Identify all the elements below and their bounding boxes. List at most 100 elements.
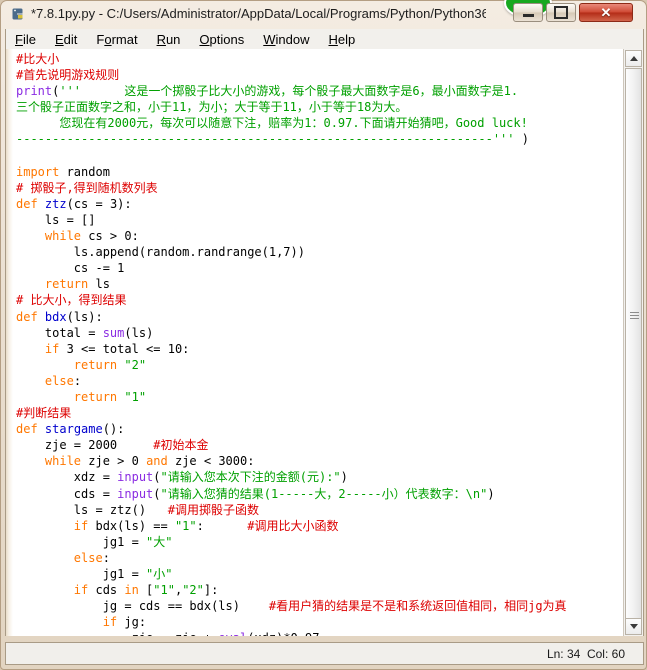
- code-token: ''' 这是一个掷骰子比大小的游戏，每个骰子最大面数字是6，最小面数字是1.: [59, 84, 519, 99]
- code-token: ztz: [44, 196, 67, 211]
- code-line: return "2": [16, 357, 622, 373]
- code-line: #首先说明游戏规则: [16, 67, 622, 83]
- code-token: (ls):: [66, 309, 103, 324]
- menu-help-accel: H: [328, 31, 338, 47]
- code-token: "请输入您本次下注的金额(元):": [160, 470, 341, 485]
- window-title: *7.8.1py.py - C:/Users/Administrator/App…: [31, 6, 486, 21]
- code-line: print(''' 这是一个掷骰子比大小的游戏，每个骰子最大面数字是6，最小面数…: [16, 83, 622, 99]
- code-token: bdx: [44, 309, 67, 324]
- code-token: xdz =: [16, 470, 118, 485]
- code-token: "小": [146, 567, 173, 581]
- code-token: jg = cds == bdx(ls): [16, 599, 269, 614]
- code-line: if jg:: [16, 614, 622, 630]
- maximize-button[interactable]: [546, 3, 576, 22]
- code-token: jg1 =: [16, 534, 147, 549]
- scroll-down-button[interactable]: [625, 618, 642, 635]
- scrollbar-grip-icon: [630, 312, 639, 319]
- menu-bar: File Edit Format Run Options Window Help: [5, 29, 644, 49]
- code-token: if: [73, 518, 89, 533]
- code-line: zje = zje + eval(xdz)*0.97: [16, 630, 622, 636]
- code-line: ----------------------------------------…: [16, 131, 622, 147]
- code-line: ls.append(random.randrange(1,7)): [16, 244, 622, 260]
- code-line: import random: [16, 164, 622, 180]
- code-line: else:: [16, 373, 622, 389]
- code-token: #看用户猜的结果是不是和系统返回值相同，相同jg为真: [268, 599, 567, 614]
- title-bar[interactable]: *7.8.1py.py - C:/Users/Administrator/App…: [1, 0, 646, 28]
- menu-help-rest: elp: [337, 31, 356, 47]
- code-token: "1": [153, 583, 175, 598]
- code-token: cds =: [16, 486, 118, 501]
- menu-item-window[interactable]: Window: [254, 31, 318, 48]
- code-token: else: [73, 550, 103, 565]
- code-token: ----------------------------------------…: [16, 132, 522, 147]
- code-token: ls.append(random.randrange(1,7)): [16, 245, 305, 260]
- code-line: if 3 <= total <= 10:: [16, 341, 622, 357]
- code-token: import: [16, 164, 60, 179]
- menu-options-rest: ptions: [209, 31, 245, 47]
- code-token: ():: [102, 422, 125, 437]
- code-token: ): [521, 132, 529, 147]
- code-line: def bdx(ls):: [16, 309, 622, 325]
- minimize-button[interactable]: [513, 3, 543, 22]
- code-token: "请输入您猜的结果(1-----大，2-----小）代表数字：\n": [160, 486, 488, 501]
- code-line: 您现在有2000元，每次可以随意下注，赔率为1：0.97.下面请开始猜吧，Goo…: [16, 115, 622, 131]
- code-token: (: [153, 486, 161, 501]
- idle-editor-window: *7.8.1py.py - C:/Users/Administrator/App…: [0, 0, 647, 670]
- code-line: if cds in ["1","2"]:: [16, 582, 622, 598]
- code-token: def: [16, 422, 38, 437]
- code-token: #首先说明游戏规则: [16, 68, 120, 83]
- menu-item-format[interactable]: Format: [87, 31, 146, 48]
- menu-item-run[interactable]: Run: [148, 31, 190, 48]
- code-editor[interactable]: #比大小 #首先说明游戏规则 print(''' 这是一个掷骰子比大小的游戏，每个骰…: [13, 49, 622, 636]
- code-token: :: [102, 550, 110, 565]
- status-bar: Ln: 34 Col: 60: [5, 642, 644, 665]
- code-token: input: [117, 470, 154, 485]
- code-token: bdx(ls) ==: [88, 518, 175, 533]
- code-token: def: [16, 309, 38, 324]
- code-token: :: [196, 518, 248, 533]
- code-token: cs -= 1: [16, 261, 125, 276]
- menu-format-rest: rmat: [111, 31, 138, 47]
- scroll-up-button[interactable]: [625, 50, 642, 67]
- code-line: ls = []: [16, 212, 622, 228]
- code-token: ls = []: [16, 212, 96, 227]
- menu-item-edit[interactable]: Edit: [46, 31, 86, 48]
- menu-item-file[interactable]: File: [6, 31, 45, 48]
- code-token: # 掷骰子,得到随机数列表: [16, 180, 158, 195]
- code-token: else: [44, 373, 74, 388]
- code-token: while: [44, 229, 82, 244]
- cursor-position-label: Ln: 34 Col: 60: [546, 646, 625, 661]
- editor-frame: #比大小 #首先说明游戏规则 print(''' 这是一个掷骰子比大小的游戏，每个骰…: [5, 49, 644, 636]
- code-token: ): [487, 486, 495, 501]
- code-line: def stargame():: [16, 421, 622, 437]
- close-button[interactable]: ✕: [579, 3, 633, 22]
- code-text[interactable]: #比大小 #首先说明游戏规则 print(''' 这是一个掷骰子比大小的游戏，每个骰…: [16, 51, 622, 636]
- code-token: def: [16, 196, 38, 211]
- scrollbar-thumb[interactable]: [625, 68, 642, 620]
- menu-item-help[interactable]: Help: [320, 31, 365, 48]
- code-line: return "1": [16, 389, 622, 405]
- code-line: return ls: [16, 276, 622, 292]
- code-token: #判断结果: [16, 406, 72, 421]
- code-token: (: [153, 470, 161, 485]
- code-line: cs -= 1: [16, 260, 622, 276]
- code-token: in: [124, 583, 139, 598]
- code-token: (cs = 3):: [66, 196, 132, 211]
- vertical-scrollbar[interactable]: [623, 49, 643, 636]
- menu-item-options[interactable]: Options: [190, 31, 253, 48]
- minimize-icon: [514, 4, 542, 21]
- code-token: "1": [124, 389, 147, 404]
- menu-window-rest: indow: [275, 31, 310, 47]
- menu-run-rest: un: [165, 31, 181, 47]
- code-token: jg1 =: [16, 567, 147, 581]
- code-line: if bdx(ls) == "1": #调用比大小函数: [16, 518, 622, 534]
- code-token: ]:: [203, 583, 219, 598]
- code-token: #比大小: [16, 52, 60, 66]
- scroll-down-arrow-icon: [629, 624, 638, 629]
